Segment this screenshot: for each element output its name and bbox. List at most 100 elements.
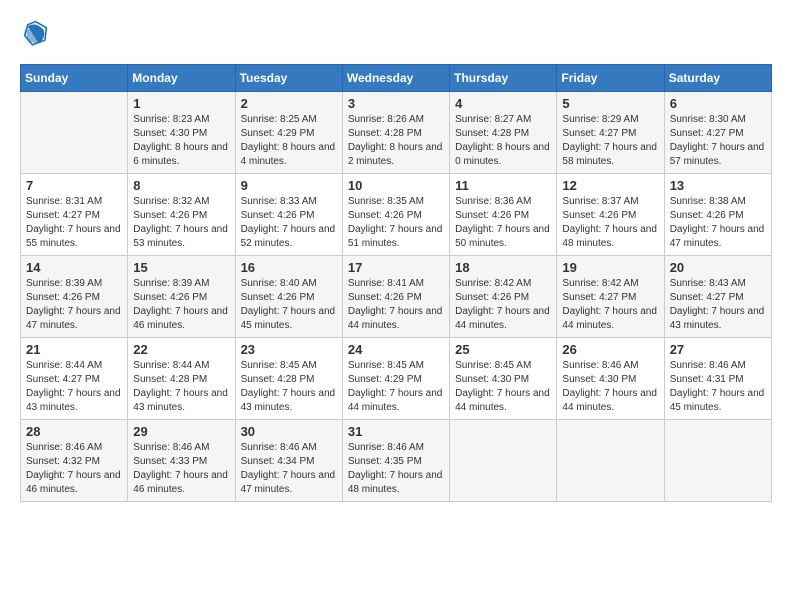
calendar-cell: 31 Sunrise: 8:46 AMSunset: 4:35 PMDayligh… <box>342 420 449 502</box>
calendar-cell: 13 Sunrise: 8:38 AMSunset: 4:26 PMDayligh… <box>664 174 771 256</box>
day-info: Sunrise: 8:33 AMSunset: 4:26 PMDaylight:… <box>241 195 337 251</box>
day-number: 11 <box>455 178 551 193</box>
calendar-cell: 22Sunrise: 8:44 AMSunset: 4:28 PMDayligh… <box>128 338 235 420</box>
day-info: Sunrise: 8:45 AMSunset: 4:29 PMDaylight:… <box>348 359 444 415</box>
day-info: Sunrise: 8:45 AMSunset: 4:28 PMDaylight:… <box>241 359 337 415</box>
calendar-cell <box>450 420 557 502</box>
day-info: Sunrise: 8:35 AMSunset: 4:26 PMDaylight:… <box>348 195 444 251</box>
day-number: 3 <box>348 96 444 111</box>
day-number: 8 <box>133 178 229 193</box>
day-number: 27 <box>670 342 766 357</box>
day-info: Sunrise: 8:44 AMSunset: 4:27 PMDaylight:… <box>26 359 122 415</box>
day-info: Sunrise: 8:43 AMSunset: 4:27 PMDaylight:… <box>670 277 766 333</box>
logo-icon <box>20 20 48 48</box>
day-info: Sunrise: 8:31 AMSunset: 4:27 PMDaylight:… <box>26 195 122 251</box>
day-number: 21 <box>26 342 122 357</box>
calendar-week-row: 28 Sunrise: 8:46 AMSunset: 4:32 PMDayligh… <box>21 420 772 502</box>
day-info: Sunrise: 8:46 AMSunset: 4:32 PMDaylight:… <box>26 441 122 497</box>
column-header-monday: Monday <box>128 65 235 92</box>
logo <box>20 20 52 48</box>
column-header-saturday: Saturday <box>664 65 771 92</box>
day-info: Sunrise: 8:38 AMSunset: 4:26 PMDaylight:… <box>670 195 766 251</box>
day-number: 26 <box>562 342 658 357</box>
calendar-cell: 27 Sunrise: 8:46 AMSunset: 4:31 PMDayligh… <box>664 338 771 420</box>
column-header-thursday: Thursday <box>450 65 557 92</box>
day-number: 20 <box>670 260 766 275</box>
day-info: Sunrise: 8:46 AMSunset: 4:34 PMDaylight:… <box>241 441 337 497</box>
calendar-cell: 9 Sunrise: 8:33 AMSunset: 4:26 PMDaylight… <box>235 174 342 256</box>
calendar-cell: 25Sunrise: 8:45 AMSunset: 4:30 PMDayligh… <box>450 338 557 420</box>
column-header-wednesday: Wednesday <box>342 65 449 92</box>
day-number: 18 <box>455 260 551 275</box>
calendar-cell: 19 Sunrise: 8:42 AMSunset: 4:27 PMDayligh… <box>557 256 664 338</box>
day-info: Sunrise: 8:26 AMSunset: 4:28 PMDaylight:… <box>348 113 444 169</box>
day-info: Sunrise: 8:23 AMSunset: 4:30 PMDaylight:… <box>133 113 229 169</box>
calendar-header-row: SundayMondayTuesdayWednesdayThursdayFrid… <box>21 65 772 92</box>
calendar-cell: 10 Sunrise: 8:35 AMSunset: 4:26 PMDayligh… <box>342 174 449 256</box>
day-number: 28 <box>26 424 122 439</box>
calendar-cell: 28 Sunrise: 8:46 AMSunset: 4:32 PMDayligh… <box>21 420 128 502</box>
calendar-week-row: 7 Sunrise: 8:31 AMSunset: 4:27 PMDaylight… <box>21 174 772 256</box>
calendar-cell: 26 Sunrise: 8:46 AMSunset: 4:30 PMDayligh… <box>557 338 664 420</box>
calendar-cell: 11 Sunrise: 8:36 AMSunset: 4:26 PMDayligh… <box>450 174 557 256</box>
day-number: 16 <box>241 260 337 275</box>
day-number: 2 <box>241 96 337 111</box>
calendar-cell: 16 Sunrise: 8:40 AMSunset: 4:26 PMDayligh… <box>235 256 342 338</box>
calendar-cell: 30 Sunrise: 8:46 AMSunset: 4:34 PMDayligh… <box>235 420 342 502</box>
day-number: 7 <box>26 178 122 193</box>
calendar-week-row: 14 Sunrise: 8:39 AMSunset: 4:26 PMDayligh… <box>21 256 772 338</box>
day-number: 24 <box>348 342 444 357</box>
day-info: Sunrise: 8:30 AMSunset: 4:27 PMDaylight:… <box>670 113 766 169</box>
day-info: Sunrise: 8:45 AMSunset: 4:30 PMDaylight:… <box>455 359 551 415</box>
calendar-cell: 7 Sunrise: 8:31 AMSunset: 4:27 PMDaylight… <box>21 174 128 256</box>
day-info: Sunrise: 8:46 AMSunset: 4:30 PMDaylight:… <box>562 359 658 415</box>
calendar-cell: 15 Sunrise: 8:39 AMSunset: 4:26 PMDayligh… <box>128 256 235 338</box>
day-number: 9 <box>241 178 337 193</box>
calendar-cell <box>664 420 771 502</box>
day-number: 29 <box>133 424 229 439</box>
day-number: 13 <box>670 178 766 193</box>
day-info: Sunrise: 8:29 AMSunset: 4:27 PMDaylight:… <box>562 113 658 169</box>
day-info: Sunrise: 8:39 AMSunset: 4:26 PMDaylight:… <box>26 277 122 333</box>
calendar-cell <box>557 420 664 502</box>
calendar-cell: 5 Sunrise: 8:29 AMSunset: 4:27 PMDaylight… <box>557 92 664 174</box>
day-number: 6 <box>670 96 766 111</box>
calendar-cell: 24 Sunrise: 8:45 AMSunset: 4:29 PMDayligh… <box>342 338 449 420</box>
day-number: 23 <box>241 342 337 357</box>
page-header <box>20 20 772 48</box>
day-info: Sunrise: 8:42 AMSunset: 4:27 PMDaylight:… <box>562 277 658 333</box>
day-info: Sunrise: 8:46 AMSunset: 4:33 PMDaylight:… <box>133 441 229 497</box>
calendar-cell: 6 Sunrise: 8:30 AMSunset: 4:27 PMDaylight… <box>664 92 771 174</box>
day-number: 4 <box>455 96 551 111</box>
day-number: 12 <box>562 178 658 193</box>
calendar-cell: 1Sunrise: 8:23 AMSunset: 4:30 PMDaylight… <box>128 92 235 174</box>
day-info: Sunrise: 8:46 AMSunset: 4:31 PMDaylight:… <box>670 359 766 415</box>
day-info: Sunrise: 8:27 AMSunset: 4:28 PMDaylight:… <box>455 113 551 169</box>
calendar-cell: 18 Sunrise: 8:42 AMSunset: 4:26 PMDayligh… <box>450 256 557 338</box>
day-number: 19 <box>562 260 658 275</box>
day-info: Sunrise: 8:32 AMSunset: 4:26 PMDaylight:… <box>133 195 229 251</box>
calendar-cell: 3 Sunrise: 8:26 AMSunset: 4:28 PMDaylight… <box>342 92 449 174</box>
day-info: Sunrise: 8:46 AMSunset: 4:35 PMDaylight:… <box>348 441 444 497</box>
day-info: Sunrise: 8:40 AMSunset: 4:26 PMDaylight:… <box>241 277 337 333</box>
calendar-cell: 23 Sunrise: 8:45 AMSunset: 4:28 PMDayligh… <box>235 338 342 420</box>
day-number: 5 <box>562 96 658 111</box>
calendar-cell <box>21 92 128 174</box>
day-info: Sunrise: 8:39 AMSunset: 4:26 PMDaylight:… <box>133 277 229 333</box>
calendar-cell: 12Sunrise: 8:37 AMSunset: 4:26 PMDayligh… <box>557 174 664 256</box>
calendar-week-row: 1Sunrise: 8:23 AMSunset: 4:30 PMDaylight… <box>21 92 772 174</box>
day-info: Sunrise: 8:36 AMSunset: 4:26 PMDaylight:… <box>455 195 551 251</box>
day-number: 10 <box>348 178 444 193</box>
day-number: 30 <box>241 424 337 439</box>
calendar-cell: 17Sunrise: 8:41 AMSunset: 4:26 PMDayligh… <box>342 256 449 338</box>
calendar-cell: 2 Sunrise: 8:25 AMSunset: 4:29 PMDaylight… <box>235 92 342 174</box>
calendar-cell: 29 Sunrise: 8:46 AMSunset: 4:33 PMDayligh… <box>128 420 235 502</box>
calendar-cell: 20 Sunrise: 8:43 AMSunset: 4:27 PMDayligh… <box>664 256 771 338</box>
day-number: 14 <box>26 260 122 275</box>
day-info: Sunrise: 8:42 AMSunset: 4:26 PMDaylight:… <box>455 277 551 333</box>
day-number: 15 <box>133 260 229 275</box>
calendar-cell: 4 Sunrise: 8:27 AMSunset: 4:28 PMDaylight… <box>450 92 557 174</box>
day-number: 31 <box>348 424 444 439</box>
day-info: Sunrise: 8:25 AMSunset: 4:29 PMDaylight:… <box>241 113 337 169</box>
day-number: 22 <box>133 342 229 357</box>
